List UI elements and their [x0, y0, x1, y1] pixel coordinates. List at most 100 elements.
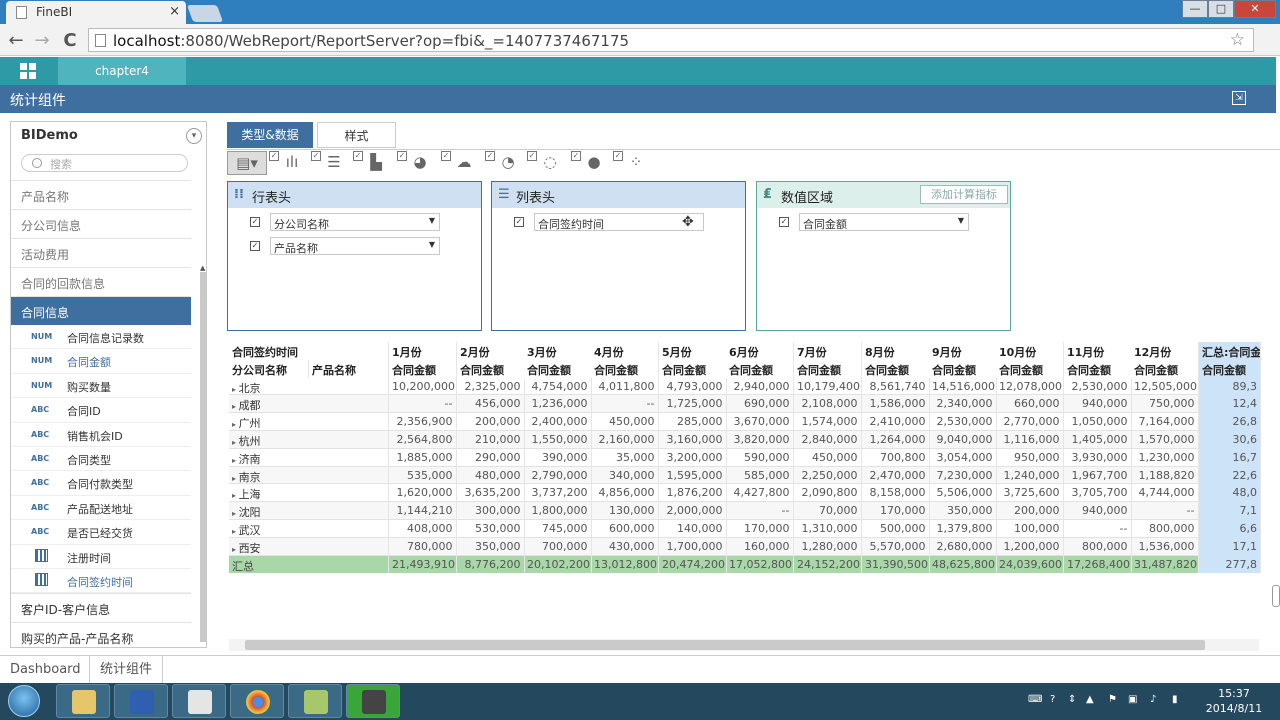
field-item[interactable]: NUM 合同金额	[11, 349, 191, 374]
tray-expand-icon[interactable]: ▲	[1086, 694, 1094, 705]
minimize-button[interactable]: —	[1182, 0, 1208, 18]
value-cell: 3,725,600	[996, 484, 1064, 503]
field-item[interactable]: NUM 购买数量	[11, 374, 191, 399]
maximize-button[interactable]: □	[1208, 0, 1234, 18]
field-item[interactable]: ABC 合同付款类型	[11, 471, 191, 496]
power-icon[interactable]: ▮	[1172, 694, 1178, 705]
city-cell[interactable]: 广州	[229, 413, 389, 431]
field-item[interactable]: 合同签约时间	[11, 569, 191, 594]
dimension-dropdown[interactable]: 分公司名称 ▼	[270, 213, 440, 231]
tab-type-data[interactable]: 类型&数据	[227, 122, 313, 148]
exit-icon[interactable]: ⇲	[1232, 91, 1246, 105]
checkbox[interactable]: ✓	[779, 217, 789, 227]
group-item[interactable]: 产品名称	[11, 180, 191, 209]
month-header: 9月份	[929, 342, 997, 360]
stacked-bar-icon[interactable]: ✓ ▙	[353, 151, 387, 175]
field-item[interactable]: ABC 产品配送地址	[11, 496, 191, 521]
checkbox[interactable]: ✓	[250, 217, 260, 227]
clock[interactable]: 15:37 2014/8/11	[1196, 686, 1272, 718]
city-cell[interactable]: 北京	[229, 377, 389, 396]
bar-chart-icon[interactable]: ✓ ılı	[269, 151, 303, 175]
close-window-button[interactable]: ✕	[1234, 0, 1276, 18]
chevron-down-icon[interactable]: ▾	[186, 128, 202, 144]
back-icon[interactable]: ←	[6, 30, 26, 51]
gauge-icon[interactable]: ✓ ◔	[485, 151, 519, 175]
checkbox[interactable]: ✓	[514, 217, 524, 227]
measure-header: 合同金额	[862, 359, 930, 378]
bubble-chart-icon[interactable]: ✓ ●	[571, 151, 605, 175]
java-taskbar-icon[interactable]	[172, 684, 226, 718]
recorder-taskbar-icon[interactable]	[346, 684, 400, 718]
explorer-taskbar-icon[interactable]	[56, 684, 110, 718]
left-scrollbar[interactable]	[200, 272, 206, 642]
city-cell[interactable]: 杭州	[229, 431, 389, 449]
measure-dropdown[interactable]: 合同金额 ▼	[799, 213, 969, 231]
flag-icon[interactable]: ⚑	[1108, 694, 1117, 705]
city-cell[interactable]: 南京	[229, 466, 389, 485]
map-icon[interactable]: ✓ ☁	[441, 151, 475, 175]
city-cell[interactable]: 武汉	[229, 520, 389, 538]
keyboard-icon[interactable]: ⌨	[1028, 694, 1042, 705]
tab-dashboard[interactable]: Dashboard	[0, 656, 91, 684]
start-button[interactable]	[2, 683, 46, 720]
donut-chart-icon[interactable]: ✓ ◌	[527, 151, 561, 175]
field-item[interactable]: ABC 合同ID	[11, 398, 191, 423]
group-item-selected[interactable]: 合同信息	[11, 296, 191, 325]
add-calculated-metric-button[interactable]: 添加计算指标	[920, 185, 1008, 204]
scroll-up-icon[interactable]: ▲	[200, 264, 206, 272]
search-input[interactable]: 搜索	[21, 154, 188, 172]
tray-arrows-icon[interactable]: ⇕	[1068, 694, 1076, 705]
text-type-icon: ABC	[31, 453, 50, 463]
value-cell: 340,000	[591, 466, 659, 485]
group-item[interactable]: 客户ID-客户信息	[11, 593, 191, 622]
apps-grid-icon[interactable]	[20, 63, 36, 79]
horizontal-bar-icon[interactable]: ✓ ☰	[311, 151, 345, 175]
url-input[interactable]: localhost:8080/WebReport/ReportServer?op…	[88, 28, 1254, 52]
dimension-dropdown[interactable]: 产品名称 ▼	[270, 237, 440, 255]
field-item[interactable]: ABC 销售机会ID	[11, 423, 191, 447]
tab-statistics-component[interactable]: 统计组件	[89, 656, 164, 684]
group-item[interactable]: 分公司信息	[11, 209, 191, 238]
help-icon[interactable]: ?	[1050, 694, 1055, 705]
browser-tab[interactable]: FineBI ×	[6, 1, 186, 24]
vertical-scroll-handle[interactable]	[1272, 585, 1280, 607]
reload-icon[interactable]: C	[60, 30, 80, 51]
dropdown-arrow-icon: ▼	[428, 216, 435, 225]
value-cell: 1,574,000	[794, 413, 862, 431]
forward-icon[interactable]: →	[32, 30, 52, 51]
scrollbar-thumb[interactable]	[245, 640, 1205, 650]
chrome-taskbar-icon[interactable]	[230, 684, 284, 718]
tab-style[interactable]: 样式	[317, 122, 396, 148]
app-taskbar-icon[interactable]	[288, 684, 342, 718]
pie-chart-icon[interactable]: ✓ ◕	[397, 151, 431, 175]
city-cell[interactable]: 沈阳	[229, 502, 389, 520]
field-item[interactable]: ABC 合同类型	[11, 447, 191, 472]
field-item[interactable]: NUM 合同信息记录数	[11, 325, 191, 350]
network-icon[interactable]: ▣	[1128, 694, 1137, 705]
value-cell: 3,054,000	[929, 448, 997, 467]
word-taskbar-icon[interactable]	[114, 684, 168, 718]
table-type-icon[interactable]: ▤▾	[227, 151, 267, 175]
new-tab-button[interactable]	[186, 5, 224, 22]
city-cell[interactable]: 上海	[229, 484, 389, 503]
field-item[interactable]: ABC 是否已经交货	[11, 520, 191, 545]
group-item[interactable]: 合同的回款信息	[11, 267, 191, 296]
group-item[interactable]: 活动费用	[11, 238, 191, 267]
value-region-label: 数值区域	[781, 191, 834, 206]
dimension-dropdown[interactable]: 合同签约时间	[534, 213, 704, 231]
value-cell: 3,670,000	[726, 413, 794, 431]
bookmark-star-icon[interactable]: ☆	[1230, 30, 1245, 50]
city-cell[interactable]: 成都	[229, 395, 389, 414]
field-item[interactable]: 注册时间	[11, 545, 191, 569]
volume-icon[interactable]: ♪	[1150, 694, 1156, 705]
city-cell[interactable]: 西安	[229, 537, 389, 556]
city-cell[interactable]: 济南	[229, 448, 389, 467]
scatter-chart-icon[interactable]: ✓ ⁘	[613, 151, 647, 175]
tab-close-icon[interactable]: ×	[169, 4, 180, 19]
value-cell: 1,116,000	[996, 431, 1064, 449]
group-item[interactable]: 购买的产品-产品名称	[11, 622, 191, 647]
table-header-row: 合同签约时间 1月份 2月份 3月份 4月份 5月份 6月份 7月份 8月份 9月份 10月份 11月…	[229, 342, 1261, 360]
checkbox[interactable]: ✓	[250, 241, 260, 251]
package-title[interactable]: BIDemo ▾	[11, 122, 206, 150]
chapter-tab[interactable]: chapter4	[58, 57, 186, 85]
